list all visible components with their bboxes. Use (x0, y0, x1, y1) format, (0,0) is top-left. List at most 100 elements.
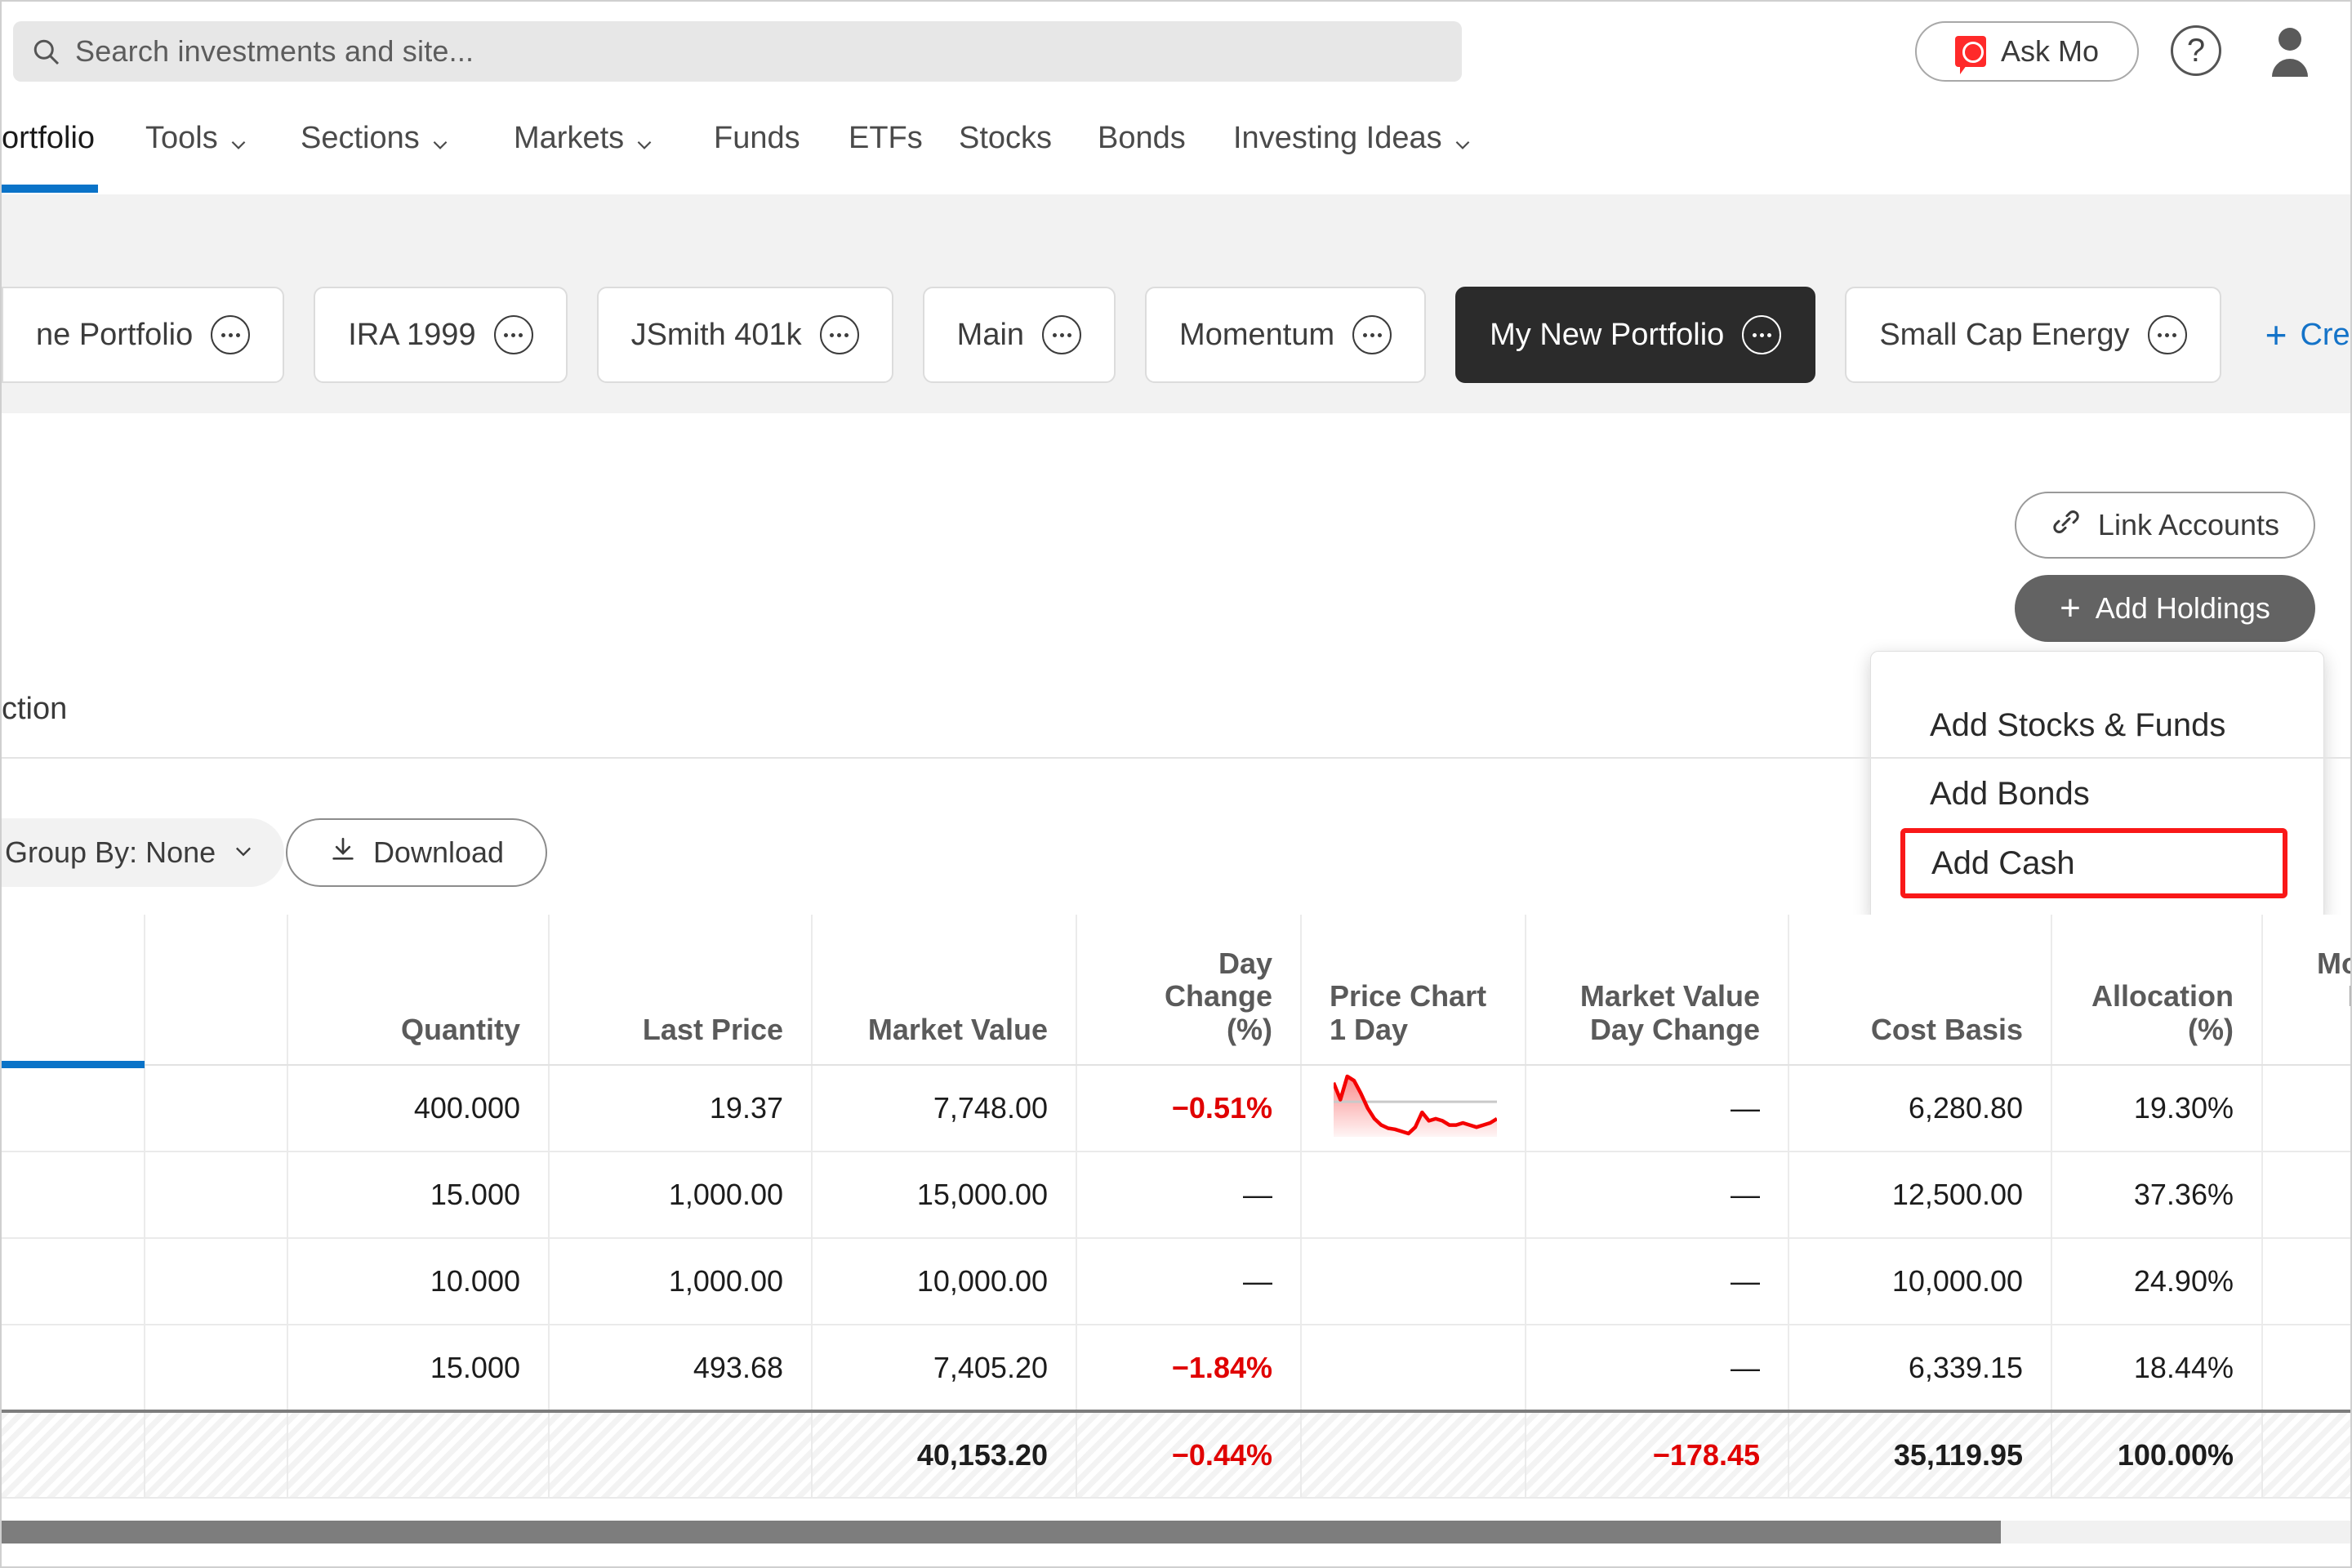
page-bottom-space (2, 1544, 2350, 1566)
totals-cell-price-chart (1301, 1410, 1526, 1499)
portfolio-tab-main[interactable]: Main (922, 287, 1116, 383)
cell-value: 37.36% (2133, 1178, 2234, 1211)
totals-value: 100.00% (2117, 1437, 2234, 1472)
portfolio-tab-label: Momentum (1179, 317, 1335, 352)
ellipsis-icon[interactable] (2147, 315, 2187, 354)
table-row[interactable]: 400.000 19.37 7,748.00 −0.51% — 6,280.80 19.30… (2, 1065, 2350, 1152)
table-row[interactable]: 15.000 493.68 7,405.20 −1.84% — 6,339.15 18.44… (2, 1325, 2350, 1412)
price-sparkline (1331, 1074, 1499, 1143)
portfolio-tab-jsmith-401k[interactable]: JSmith 401k (596, 287, 893, 383)
nav-item-label: Stocks (959, 121, 1053, 155)
ellipsis-icon[interactable] (1352, 315, 1392, 354)
cell-last-price: 19.37 (549, 1065, 813, 1152)
portfolio-tab-ira-1999[interactable]: IRA 1999 (314, 287, 568, 383)
table-row[interactable]: 15.000 1,000.00 15,000.00 — — 12,500.00 37.36%… (2, 1152, 2350, 1239)
ask-mo-button[interactable]: Ask Mo (1915, 21, 2139, 82)
table-row[interactable]: 10.000 1,000.00 10,000.00 — — 10,000.00 24.90%… (2, 1238, 2350, 1325)
table-header-allocation[interactable]: Allocation (%) (2051, 915, 2263, 1066)
create-portfolio-label: Create Portfolio (2300, 317, 2350, 352)
link-accounts-label: Link Accounts (2097, 508, 2280, 541)
dropdown-item-add-cash[interactable]: Add Cash (1900, 828, 2287, 898)
table-header-last-price[interactable]: Last Price (549, 915, 813, 1066)
table-header-market-value[interactable]: Market Value (812, 915, 1077, 1066)
cell-ms-rating: — (2262, 1325, 2350, 1412)
horizontal-scrollbar-thumb[interactable] (2, 1521, 2001, 1544)
table-header-price-chart[interactable]: Price Chart 1 Day (1301, 915, 1526, 1066)
totals-cell-spacer2 (145, 1410, 288, 1499)
cell-value: 10,000.00 (1891, 1264, 2023, 1298)
table-header-day-change-pct[interactable]: Day Change (%) (1076, 915, 1302, 1066)
header-line1 (577, 980, 783, 1013)
dropdown-item-add-bonds[interactable]: Add Bonds (1871, 760, 2323, 828)
cell-quantity: 400.000 (287, 1065, 550, 1152)
portfolio-tab-label: ne Portfolio (36, 317, 194, 352)
nav-item-funds[interactable]: Funds (714, 121, 800, 156)
download-button[interactable]: Download (286, 818, 547, 887)
dropdown-item-label: Add Bonds (1930, 775, 2090, 812)
cell-quantity: 15.000 (287, 1325, 550, 1412)
nav-item-bonds[interactable]: Bonds (1098, 121, 1186, 156)
dropdown-item-add-stocks-funds[interactable]: Add Stocks & Funds (1871, 691, 2323, 760)
totals-cell-quantity (287, 1410, 550, 1499)
table-header-ms-rating[interactable]: MorningstarRating for Stoc (2262, 915, 2350, 1066)
cell-value: — (1731, 1350, 1760, 1384)
nav-item-sections[interactable]: Sections (301, 121, 451, 156)
link-accounts-button[interactable]: Link Accounts (2015, 492, 2315, 559)
cell-value: 1,000.00 (668, 1264, 783, 1298)
create-portfolio-button[interactable]: + Create Portfolio (2265, 314, 2350, 356)
user-avatar-icon[interactable] (2264, 24, 2316, 77)
cell-market-value: 15,000.00 (812, 1152, 1077, 1239)
nav-item-investing-ideas[interactable]: Investing Ideas (1233, 121, 1473, 156)
cell-spacer1 (2, 1152, 145, 1239)
totals-cell-ms-rating (2262, 1410, 2350, 1499)
cell-value: — (1731, 1264, 1760, 1298)
dropdown-item-label: Add Cash (1931, 844, 2075, 881)
portfolio-tab-momentum[interactable]: Momentum (1145, 287, 1427, 383)
portfolio-tab-ne-portfolio[interactable]: ne Portfolio (2, 287, 285, 383)
nav-item-stocks[interactable]: Stocks (959, 121, 1052, 156)
cell-value: 493.68 (693, 1350, 783, 1384)
portfolio-tab-small-cap-energy[interactable]: Small Cap Energy (1845, 287, 2221, 383)
search-input[interactable]: Search investments and site... (13, 21, 1462, 82)
ellipsis-icon[interactable] (1042, 315, 1082, 354)
help-circle-icon[interactable]: ? (2171, 25, 2221, 76)
cell-spacer2 (145, 1238, 288, 1325)
ellipsis-icon[interactable] (819, 315, 859, 354)
cell-price-chart (1301, 1238, 1526, 1325)
help-glyph: ? (2186, 32, 2206, 69)
totals-value: 35,119.95 (1893, 1437, 2023, 1472)
portfolio-tab-label: IRA 1999 (348, 317, 476, 352)
header-line1 (1817, 980, 2023, 1013)
nav-item-tools[interactable]: Tools (145, 121, 249, 156)
nav-item-etfs[interactable]: ETFs (849, 121, 923, 156)
totals-value: −0.44% (1171, 1437, 1272, 1472)
table-header-spacer2[interactable] (145, 915, 288, 1066)
table-header-quantity[interactable]: Quantity (287, 915, 550, 1066)
add-holdings-button[interactable]: + Add Holdings (2015, 575, 2315, 642)
ellipsis-icon[interactable] (1742, 315, 1782, 354)
plus-icon: + (2265, 314, 2287, 356)
header-line2 (173, 1013, 259, 1046)
table-header-mv-day-change[interactable]: Market Value Day Change (1526, 915, 1789, 1066)
nav-item-label: Markets (514, 121, 625, 155)
portfolio-tab-my-new-portfolio[interactable]: My New Portfolio (1455, 287, 1816, 383)
active-nav-underline (2, 185, 98, 193)
table-header-cost-basis[interactable]: Cost Basis (1788, 915, 2052, 1066)
group-by-dropdown[interactable]: Group By: None (2, 818, 285, 887)
holdings-table: Quantity Last Price Market Value Day Chan… (2, 915, 2350, 1499)
ellipsis-icon[interactable] (493, 315, 533, 354)
content-divider (2, 757, 2350, 759)
add-holdings-dropdown-menu: Add Stocks & Funds Add Bonds Add Cash (1870, 651, 2324, 922)
nav-item-label: Funds (714, 121, 800, 155)
chevron-down-icon (228, 128, 249, 149)
totals-value: −178.45 (1652, 1437, 1760, 1472)
plus-icon: + (2060, 588, 2081, 628)
table-header-spacer1[interactable] (2, 915, 145, 1066)
ellipsis-icon[interactable] (211, 315, 251, 354)
nav-item-ortfolio[interactable]: ortfolio (2, 121, 95, 156)
nav-item-label: Bonds (1098, 121, 1186, 155)
cell-mv-day-change: — (1526, 1238, 1789, 1325)
nav-item-markets[interactable]: Markets (514, 121, 655, 156)
cell-ms-rating: ★★★★ (2262, 1065, 2350, 1152)
top-bar: Search investments and site... Ask Mo ? (2, 2, 2350, 103)
